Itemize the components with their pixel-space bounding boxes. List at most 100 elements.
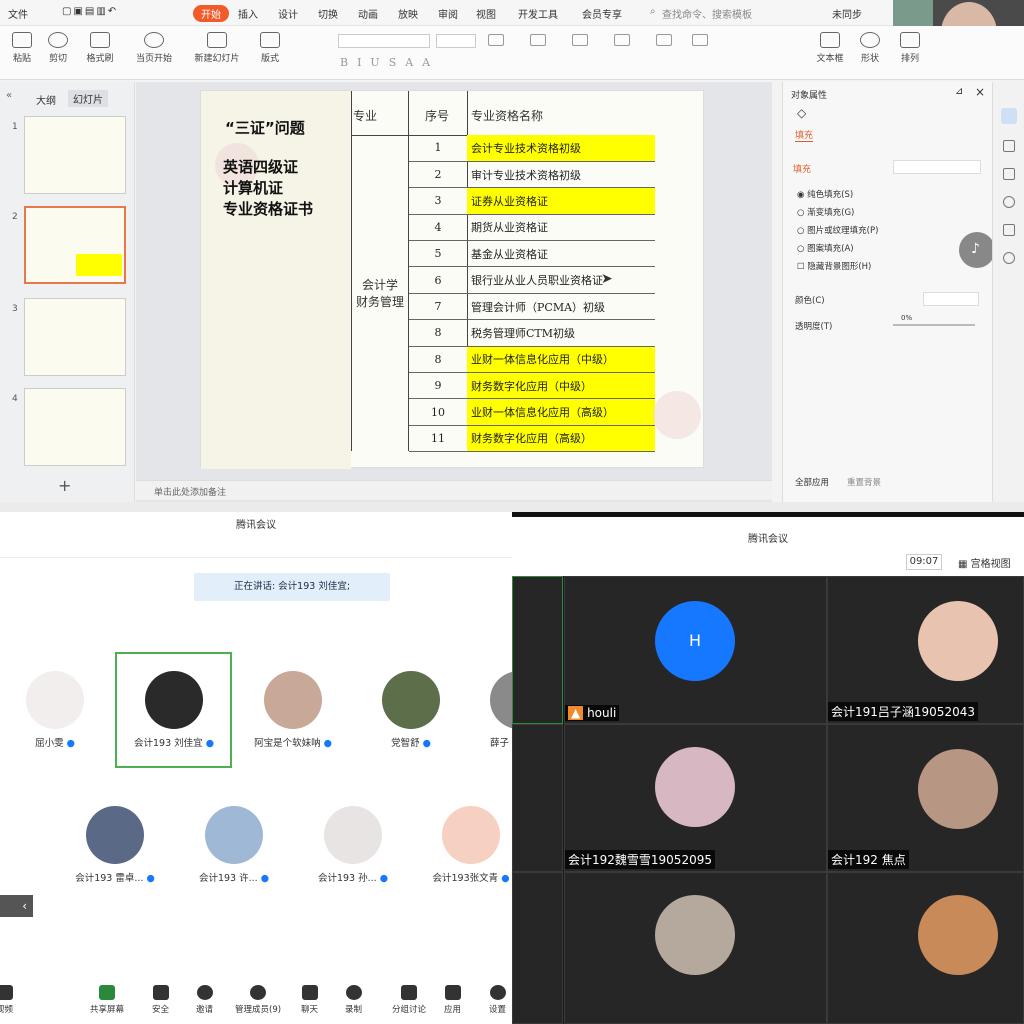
pin-icon[interactable]: ⊿ [955,86,963,97]
textbox-button[interactable]: 文本框 [810,32,850,64]
participant-tile[interactable]: 屈小雯 ● [0,671,114,749]
properties-icon[interactable] [1001,108,1017,124]
breakout-button[interactable]: 分组讨论 [392,985,426,1015]
transparency-label: 透明度(T) [795,322,833,332]
format-painter-button[interactable]: 格式刷 [80,32,120,64]
shape-button[interactable]: 形状 [850,32,890,64]
color-picker[interactable] [923,292,979,306]
option-solid[interactable]: ◉ 纯色填充(S) [797,186,878,204]
menu-review[interactable]: 审阅 [438,6,458,21]
slide-number: 3 [12,304,18,314]
fill-icon[interactable]: ◇ [797,106,806,120]
quick-access-icons[interactable]: ▢▣▤▥↶ [62,6,118,17]
fill-dropdown[interactable] [893,160,981,174]
reset-background-button[interactable]: 重置背景 [847,476,881,488]
notes-area[interactable]: 单击此处添加备注 [136,480,772,500]
gear-icon [489,985,506,1000]
share-icon[interactable] [1003,252,1015,264]
apps-button[interactable]: 应用 [444,985,461,1015]
transparency-slider[interactable] [893,324,975,326]
menu-design[interactable]: 设计 [278,6,298,21]
command-search[interactable]: 查找命令、搜索模板 [662,6,752,21]
participant-tile[interactable]: 党智舒 ● [352,671,470,749]
menu-insert[interactable]: 插入 [238,6,258,21]
participant-tile[interactable]: 阿宝是个软妹呐 ● [234,671,352,749]
grid-view-button[interactable]: ▦ 宫格视图 [958,555,1011,570]
tab-slides[interactable]: 幻灯片 [68,90,108,107]
chat-button[interactable]: 聊天 [301,985,318,1015]
layout-button[interactable]: 版式 [250,32,290,64]
sync-status[interactable]: 未同步 [832,6,862,21]
video-cell[interactable]: 会计192 焦点 [827,724,1024,872]
video-cell[interactable]: 会计191吕子涵19052043 [827,576,1024,724]
slide-thumbnail-1[interactable] [24,116,126,194]
font-size-select[interactable] [436,34,476,48]
align-icon[interactable] [488,34,504,46]
new-slide-button[interactable]: 新建幻灯片 [190,32,244,64]
slide-thumbnail-3[interactable] [24,298,126,376]
arrange-button[interactable]: 排列 [890,32,930,64]
help-icon[interactable] [1003,196,1015,208]
location-icon[interactable] [1003,140,1015,152]
line-spacing-icon[interactable] [614,34,630,46]
style-icon[interactable] [1003,168,1015,180]
participant-tile[interactable]: 会计193 雷卓... ● [56,806,174,884]
option-picture[interactable]: ○ 图片或纹理填充(P) [797,222,878,240]
security-button[interactable]: 安全 [152,985,169,1015]
share-screen-button[interactable]: 共享屏幕 [90,985,124,1015]
avatar [918,749,998,829]
slide-thumbnail-4[interactable] [24,388,126,466]
participant-tile[interactable]: 会计193 许... ● [175,806,293,884]
text-format-icons[interactable]: BIUSAA [340,56,439,69]
tab-outline[interactable]: 大纲 [36,92,56,107]
record-button[interactable]: 录制 [345,985,362,1015]
apply-all-button[interactable]: 全部应用 [795,476,829,488]
manage-members-button[interactable]: 管理成员(9) [235,985,281,1015]
font-family-select[interactable] [338,34,430,48]
tab-fill[interactable]: 填充 [795,128,814,142]
option-hide-bg[interactable]: ☐ 隐藏背景图形(H) [797,258,878,276]
slide-thumbnail-2[interactable] [24,206,126,284]
video-cell[interactable] [512,576,563,724]
video-button[interactable]: 视频 [0,985,13,1015]
participant-tile[interactable]: 会计193 刘佳宜 ● [115,671,233,749]
option-pattern[interactable]: ○ 图案填充(A) [797,240,878,258]
collapse-icon[interactable]: « [6,90,12,101]
video-cell-houli[interactable]: H ▲ houli [564,576,827,724]
fill-section[interactable]: 填充 [793,162,811,175]
menu-animation[interactable]: 动画 [358,6,378,21]
video-grid: H ▲ houli 会计191吕子涵19052043 会计192魏雪雪19052… [512,576,1024,1024]
settings-button[interactable]: 设置 [489,985,506,1015]
menu-view[interactable]: 视图 [476,6,496,21]
video-cell[interactable] [827,872,1024,1024]
search-icon[interactable]: ⌕ [650,6,656,17]
text-direction-icon[interactable] [692,34,708,46]
participant-tile[interactable]: 薛子 [470,671,512,749]
columns-icon[interactable] [656,34,672,46]
cut-button[interactable]: 剪切 [38,32,78,64]
video-cell[interactable] [512,872,563,1024]
microphone-button[interactable]: ♪ [959,232,995,268]
menu-slideshow[interactable]: 放映 [398,6,418,21]
video-cell[interactable] [512,724,563,872]
participant-tile[interactable]: 会计193 孙... ● [294,806,412,884]
play-current-button[interactable]: 当页开始 [130,32,178,64]
invite-button[interactable]: 邀请 [196,985,213,1015]
prev-page-button[interactable]: ‹ [0,895,33,917]
participant-tile[interactable]: 会计193张文青 ● [412,806,512,884]
menu-transition[interactable]: 切换 [318,6,338,21]
slide[interactable]: “三证”问题 英语四级证 计算机证 专业资格证书 专业 序号 专业资格名称 会计… [200,90,704,469]
backup-icon[interactable] [1003,224,1015,236]
close-icon[interactable]: × [975,85,985,99]
indent-icon[interactable] [572,34,588,46]
video-cell[interactable] [564,872,827,1024]
menu-home[interactable]: 开始 [193,5,229,22]
option-gradient[interactable]: ○ 渐变填充(G) [797,204,878,222]
menu-file[interactable]: 文件 [8,6,28,21]
menu-member[interactable]: 会员专享 [582,6,622,21]
add-slide-button[interactable]: + [58,476,71,495]
menu-developer[interactable]: 开发工具 [518,6,558,21]
paste-button[interactable]: 粘贴 [2,32,42,64]
video-cell[interactable]: 会计192魏雪雪19052095 [564,724,827,872]
list-icon[interactable] [530,34,546,46]
